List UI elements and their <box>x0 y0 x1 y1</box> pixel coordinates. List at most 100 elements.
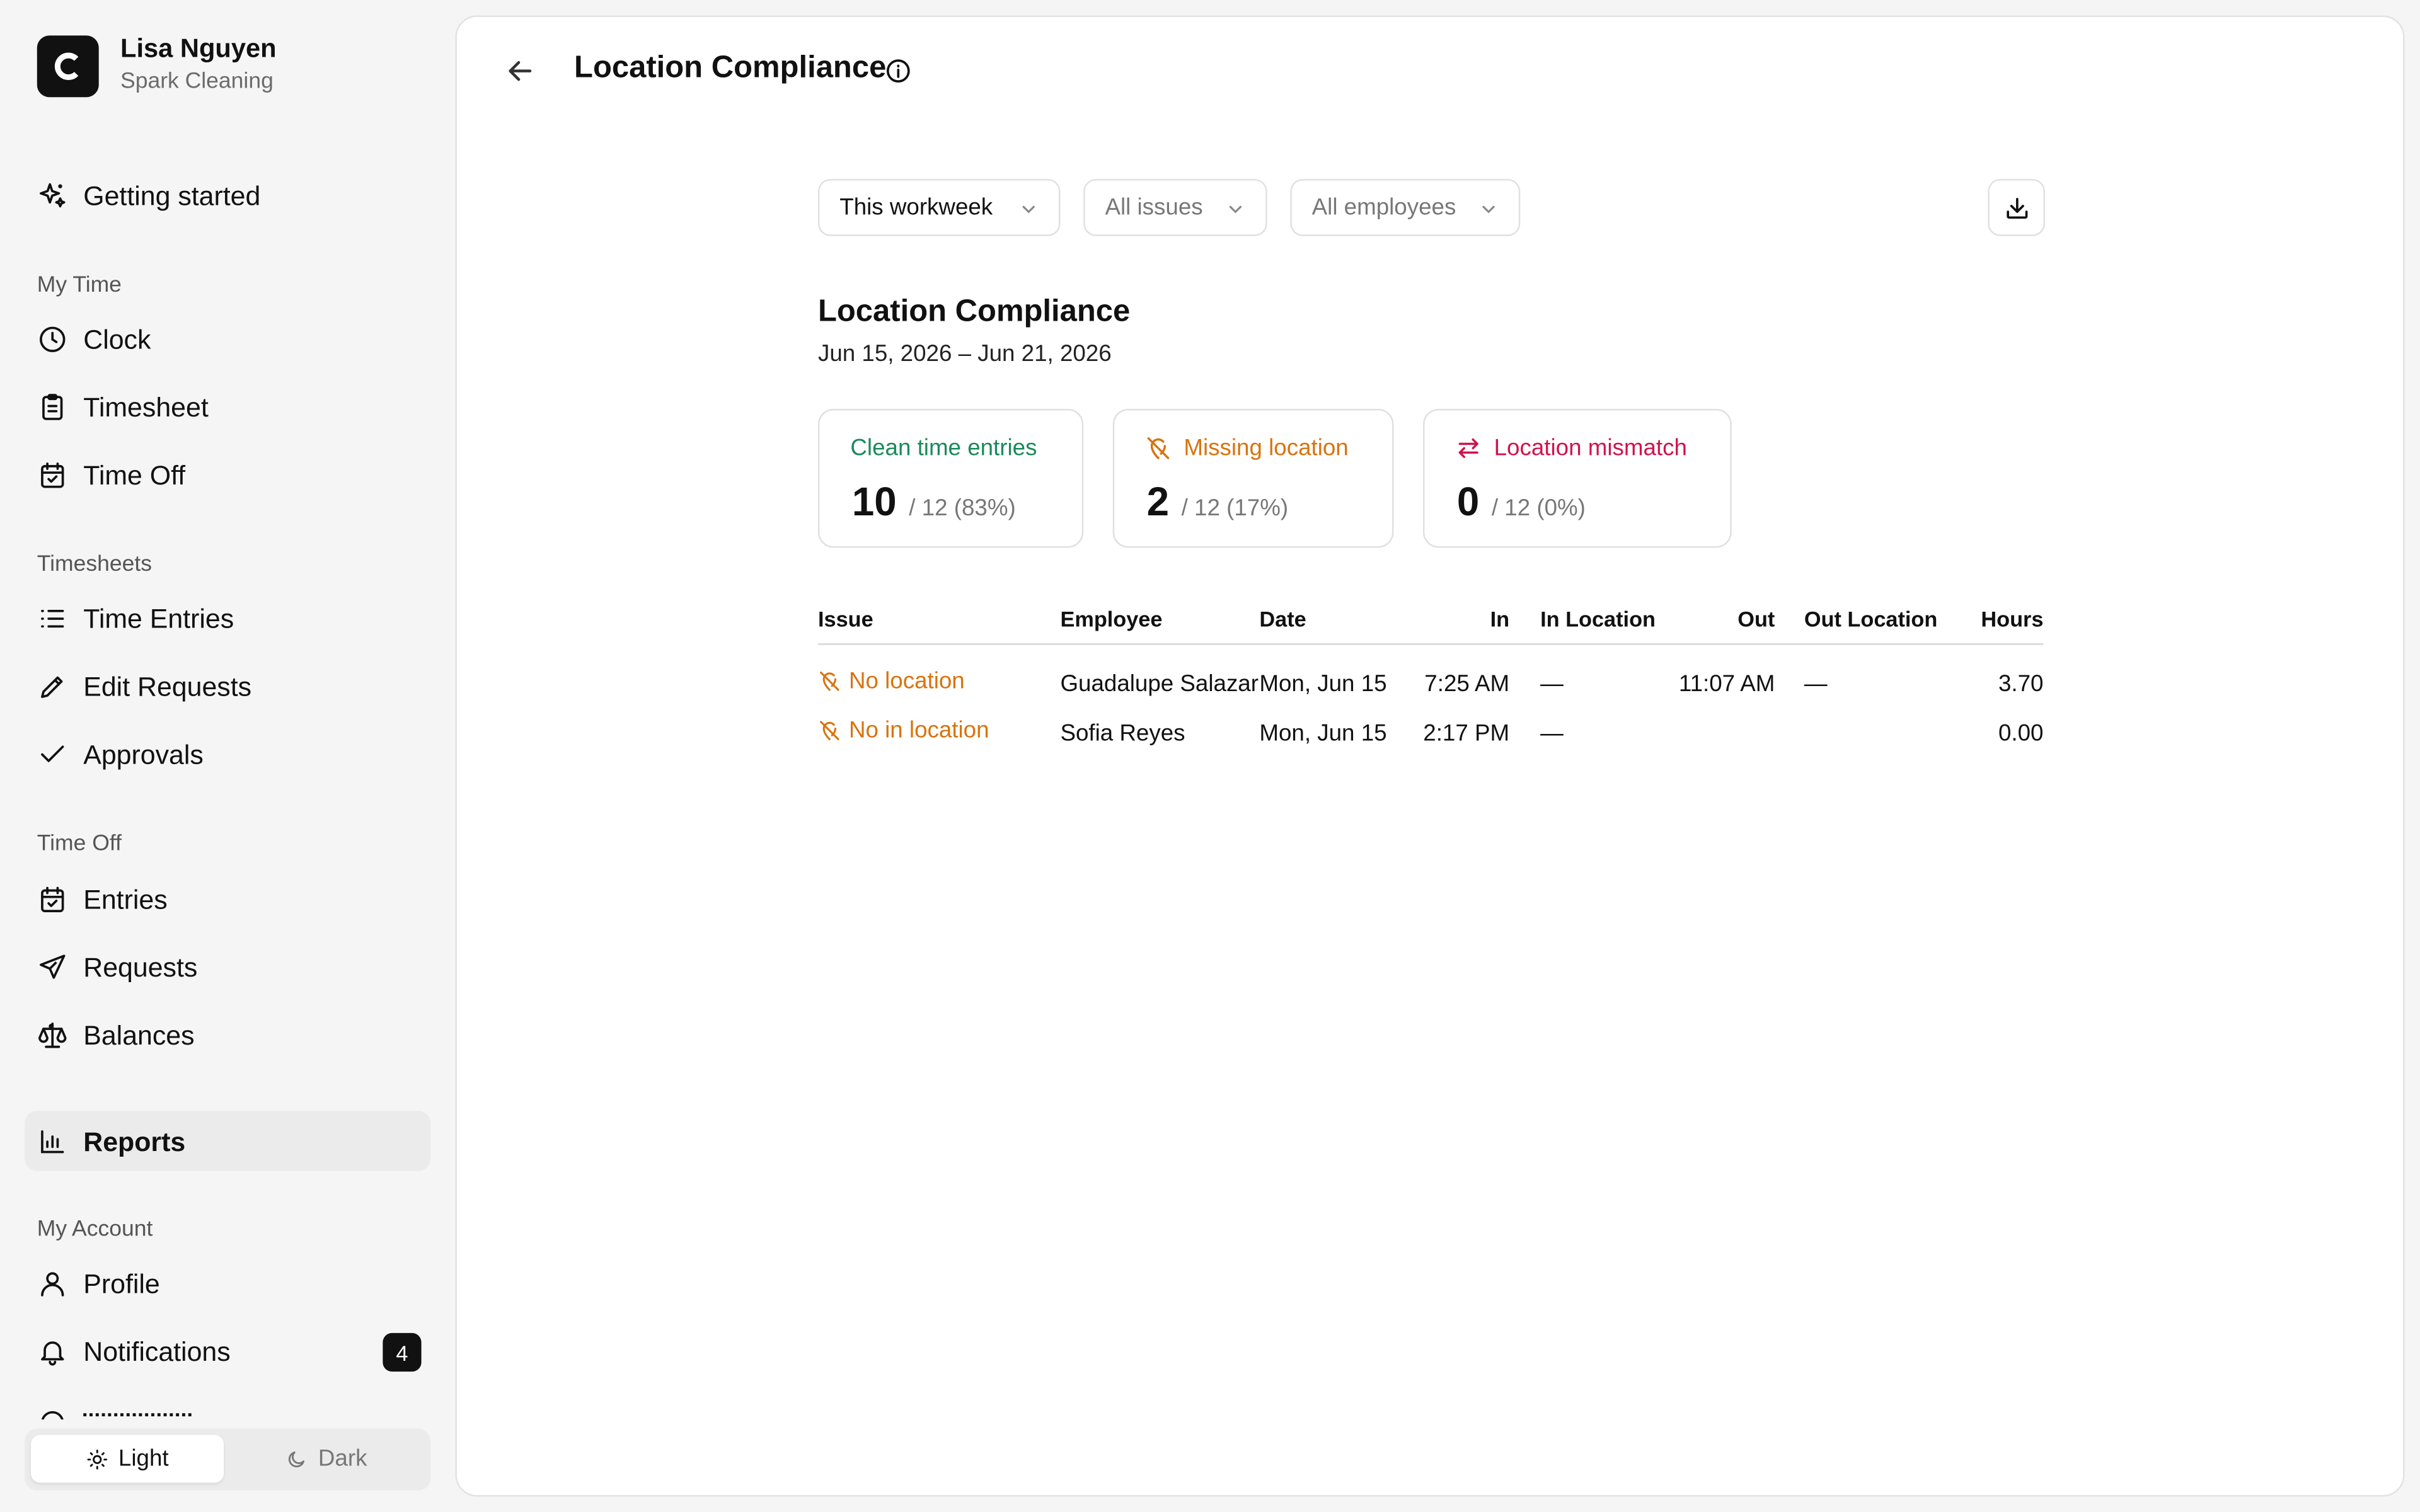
chevron-down-icon <box>1229 205 1242 214</box>
sidebar-item-label: Clock <box>83 323 151 355</box>
send-icon <box>40 954 66 979</box>
sparkles-icon <box>40 183 66 208</box>
employee-name: Sofia Reyes <box>1060 720 1185 747</box>
issues-filter-value: All issues <box>1105 194 1203 221</box>
period-filter-value: This workweek <box>839 194 993 221</box>
issue-label: No in location <box>848 717 989 744</box>
sidebar-item-label: Balances <box>83 1019 195 1050</box>
column-header-out[interactable]: Out <box>1682 606 1775 631</box>
sidebar-item-time-off[interactable]: Time Off <box>37 452 185 498</box>
theme-toggle: Light Dark <box>25 1428 431 1491</box>
entry-date: Mon, Jun 15 <box>1259 720 1387 747</box>
column-header-in[interactable]: In <box>1436 606 1509 631</box>
report-title: Location Compliance <box>817 294 1131 329</box>
sidebar-item-time-entries[interactable]: Time Entries <box>37 595 234 641</box>
bar-chart-icon <box>41 1130 64 1154</box>
sidebar-item-label: Entries <box>83 883 168 915</box>
company-name: Spark Cleaning <box>120 69 274 94</box>
sidebar-item-label: Time Entries <box>83 602 234 634</box>
section-my-account: My Account <box>37 1217 153 1242</box>
sidebar-item-requests[interactable]: Requests <box>37 944 198 990</box>
sidebar-item-label: Timesheet <box>83 391 209 422</box>
theme-light-label: Light <box>118 1445 169 1472</box>
moon-icon <box>289 1450 305 1467</box>
calendar-check-icon <box>41 886 64 912</box>
map-pin-off-icon <box>820 721 839 740</box>
stat-card-clean[interactable]: Clean time entries 10 / 12 (83%) <box>817 408 1084 548</box>
column-header-employee[interactable]: Employee <box>1060 606 1162 631</box>
column-header-out-location[interactable]: Out Location <box>1804 606 1937 631</box>
sun-icon <box>86 1448 107 1469</box>
sidebar-item-notifications[interactable]: Notifications <box>37 1329 231 1375</box>
clock-in-time: 2:17 PM <box>1423 720 1510 747</box>
stat-label-clean: Clean time entries <box>850 435 1037 462</box>
sidebar-item-balances[interactable]: Balances <box>37 1012 195 1058</box>
column-header-issue[interactable]: Issue <box>818 606 873 631</box>
theme-dark-label: Dark <box>318 1445 367 1472</box>
sidebar-item-label: Edit Requests <box>83 670 252 702</box>
sidebar-item-edit-requests[interactable]: Edit Requests <box>37 663 251 709</box>
stat-card-mismatch[interactable]: Location mismatch 0 / 12 (0%) <box>1422 408 1732 548</box>
section-timesheets: Timesheets <box>37 552 152 577</box>
employee-name: Guadalupe Salazar <box>1060 671 1259 697</box>
employees-filter-value: All employees <box>1311 194 1456 221</box>
sidebar-item-approvals[interactable]: Approvals <box>37 731 204 777</box>
stat-card-missing[interactable]: Missing location 2 / 12 (17%) <box>1112 408 1394 548</box>
sidebar-item-label: Getting started <box>83 180 261 211</box>
download-icon <box>2006 197 2027 218</box>
download-button[interactable] <box>1988 179 2045 236</box>
hours-value: 3.70 <box>1998 671 2044 697</box>
pencil-icon <box>41 676 63 698</box>
sidebar-item-reports[interactable]: Reports <box>37 1119 185 1165</box>
issues-filter-select[interactable]: All issues <box>1083 179 1267 236</box>
hours-value: 0.00 <box>1998 720 2044 747</box>
sidebar-item-profile[interactable]: Profile <box>37 1261 160 1307</box>
table-header-divider <box>817 643 2044 645</box>
sidebar-item-getting-started[interactable]: Getting started <box>37 173 261 219</box>
sidebar-item-label: Notifications <box>83 1335 231 1366</box>
theme-light-button[interactable]: Light <box>30 1435 224 1483</box>
notifications-count-badge: 4 <box>383 1332 422 1372</box>
column-header-date[interactable]: Date <box>1259 606 1306 631</box>
bell-icon <box>41 1341 64 1366</box>
account-switcher[interactable]: Lisa Nguyen Spark Cleaning <box>37 34 277 99</box>
clock-in-time: 7:25 AM <box>1424 671 1510 697</box>
sidebar-item-clock[interactable]: Clock <box>37 316 151 362</box>
back-arrow-icon[interactable] <box>503 54 537 88</box>
sidebar-item-label: Time Off <box>83 459 186 490</box>
sidebar-item-label: Requests <box>83 951 198 982</box>
entry-date: Mon, Jun 15 <box>1259 671 1387 697</box>
user-icon <box>41 1272 64 1297</box>
stat-value-mismatch: 0 <box>1456 478 1480 525</box>
page-title: Location Compliance <box>574 50 887 85</box>
clipboard-list-icon <box>42 394 63 420</box>
scale-icon <box>38 1022 67 1048</box>
stat-label-mismatch: Location mismatch <box>1494 435 1687 462</box>
employees-filter-select[interactable]: All employees <box>1290 179 1521 236</box>
list-icon <box>41 609 64 628</box>
company-logo <box>37 35 99 98</box>
sidebar-item-entries[interactable]: Entries <box>37 876 168 922</box>
report-date-range: Jun 15, 2026 – Jun 21, 2026 <box>817 341 1112 367</box>
clock-icon <box>40 326 66 352</box>
period-filter-select[interactable]: This workweek <box>817 179 1061 236</box>
stat-total-missing: / 12 (17%) <box>1181 495 1289 522</box>
issue-label: No location <box>848 668 965 695</box>
sidebar-item-label: Reports <box>83 1125 186 1157</box>
stat-total-mismatch: / 12 (0%) <box>1491 495 1586 522</box>
in-location: — <box>1540 671 1564 697</box>
sidebar-item-timesheet[interactable]: Timesheet <box>37 384 209 430</box>
main-panel: Location Compliance This workweek All is… <box>455 15 2405 1497</box>
out-location: — <box>1804 671 1828 697</box>
user-name: Lisa Nguyen <box>120 33 277 64</box>
map-pin-off-icon <box>820 671 839 691</box>
chevron-down-icon <box>1482 205 1495 214</box>
column-header-hours[interactable]: Hours <box>1951 606 2043 631</box>
stat-value-clean: 10 <box>851 478 897 525</box>
theme-dark-button[interactable]: Dark <box>230 1435 423 1483</box>
stat-value-missing: 2 <box>1146 478 1170 525</box>
info-icon[interactable] <box>884 57 912 85</box>
column-header-in-location[interactable]: In Location <box>1540 606 1656 631</box>
sidebar-hidden-item <box>37 1398 439 1420</box>
arrows-swap-icon <box>1458 438 1478 459</box>
